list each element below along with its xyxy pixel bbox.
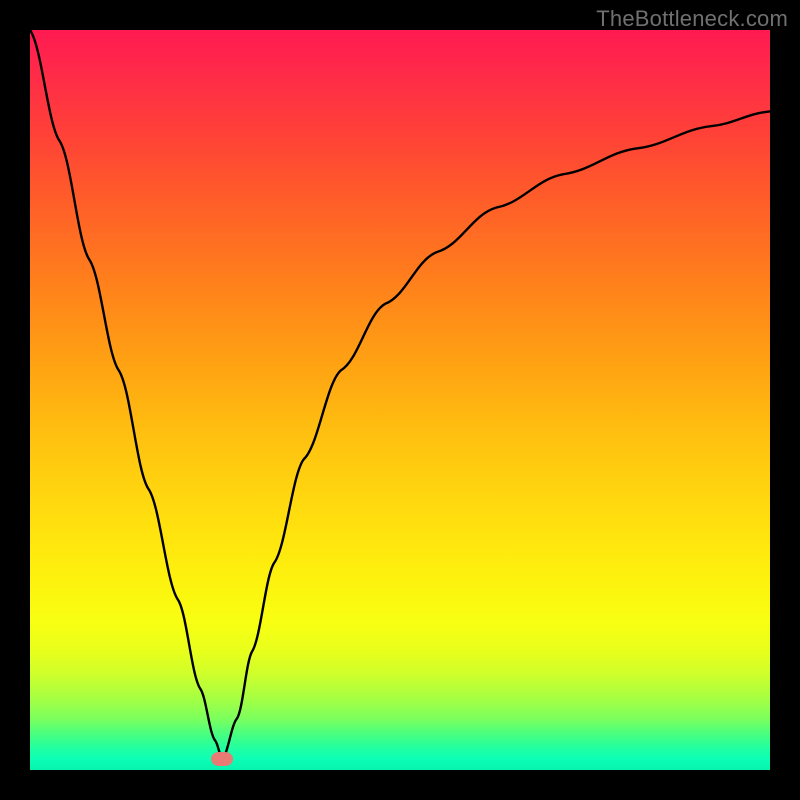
curve-left-branch	[30, 30, 222, 759]
minimum-marker	[211, 752, 233, 766]
curve-right-branch	[222, 111, 770, 759]
curve-svg	[30, 30, 770, 770]
chart-container: TheBottleneck.com	[0, 0, 800, 800]
watermark-text: TheBottleneck.com	[596, 6, 788, 32]
plot-area	[30, 30, 770, 770]
